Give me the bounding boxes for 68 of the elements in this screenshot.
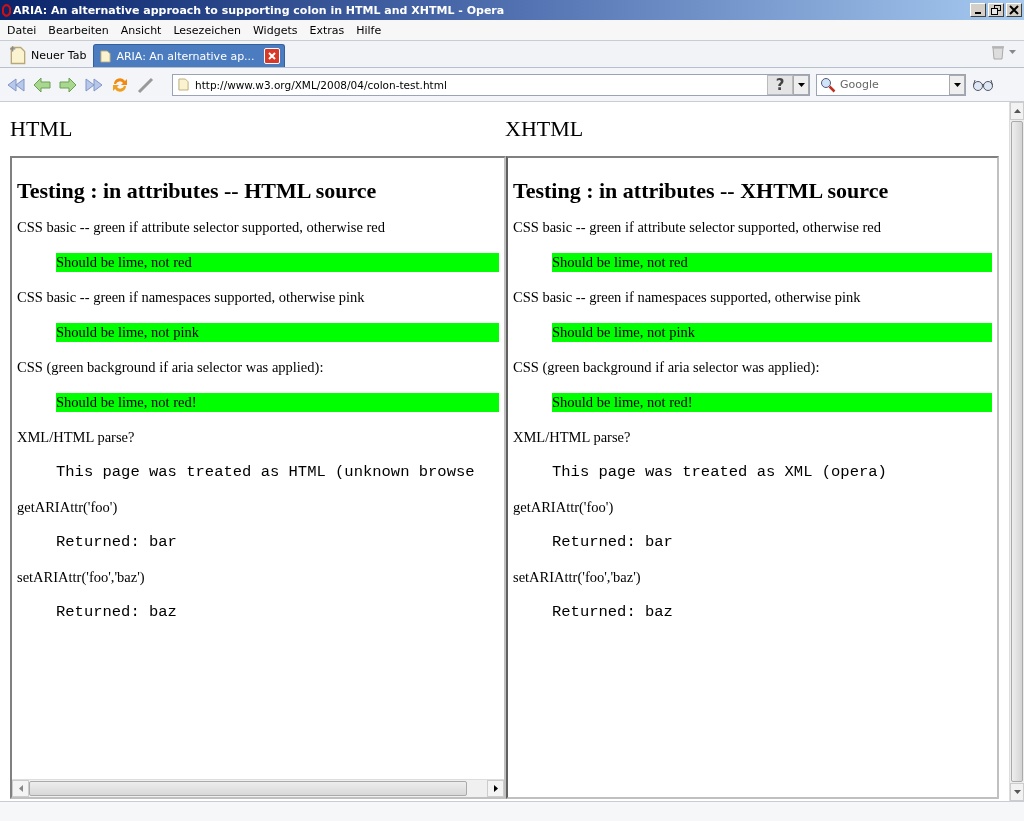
- page-heading: HTML: [10, 116, 73, 141]
- search-icon: [820, 76, 836, 93]
- result-output: Returned: bar: [552, 533, 673, 551]
- address-field[interactable]: http://www.w3.org/XML/2008/04/colon-test.html ?: [172, 73, 810, 96]
- caret-icon: [953, 82, 961, 87]
- page-icon: [100, 49, 112, 63]
- test-label: XML/HTML parse?: [17, 428, 136, 447]
- test-label: CSS basic -- green if attribute selector supported, otherwise red: [17, 218, 387, 237]
- o-logo-icon: [2, 3, 11, 17]
- help-button[interactable]: ?: [767, 74, 793, 95]
- result-output: Returned: baz: [56, 603, 177, 621]
- test-result-bar: Should be lime, not red!: [552, 393, 992, 412]
- menu-item[interactable]: Extras: [304, 23, 352, 37]
- search-field[interactable]: Google: [816, 73, 966, 96]
- close-icon: [266, 51, 277, 61]
- page-heading: XHTML: [505, 116, 584, 141]
- caret-icon: [797, 82, 805, 87]
- arrow-left-icon[interactable]: [18, 785, 23, 792]
- page-icon: [10, 45, 26, 65]
- result-output: This page was treated as HTML (unknown browse: [56, 463, 475, 481]
- menu-item[interactable]: Datei: [2, 23, 44, 37]
- dropdown-button[interactable]: [793, 74, 809, 95]
- window-title: ARIA: An alternative approach to supporting colon in HTML and XHTML - Opera: [13, 3, 506, 17]
- test-result-bar: Should be lime, not pink: [552, 323, 992, 342]
- search-input[interactable]: Google: [840, 78, 949, 91]
- minimize-icon: [975, 12, 981, 14]
- tab[interactable]: ARIA: An alternative ap...: [93, 44, 285, 67]
- menu-item[interactable]: Hilfe: [351, 23, 389, 37]
- caret-icon: [1009, 50, 1016, 54]
- test-label: CSS (green background if aria selector was applied):: [513, 358, 821, 377]
- result-output: Returned: bar: [56, 533, 177, 551]
- test-label: CSS basic -- green if attribute selector supported, otherwise red: [513, 218, 883, 237]
- menu-item[interactable]: Bearbeiten: [43, 23, 116, 37]
- test-label: getARIAttr('foo'): [17, 498, 119, 517]
- restore-button[interactable]: [988, 3, 1004, 17]
- page-icon: [178, 78, 189, 91]
- test-result-bar: Should be lime, not red!: [56, 393, 499, 412]
- test-label: CSS (green background if aria selector was applied):: [17, 358, 325, 377]
- close-icon: [1009, 5, 1019, 15]
- test-label: getARIAttr('foo'): [513, 498, 615, 517]
- test-result-bar: Should be lime, not red: [552, 253, 992, 272]
- test-result-bar: Should be lime, not pink: [56, 323, 499, 342]
- arrow-down-icon[interactable]: [1013, 790, 1021, 794]
- trash-icon: [991, 44, 1005, 60]
- close-button[interactable]: [1006, 3, 1022, 17]
- minimize-button[interactable]: [970, 3, 986, 17]
- test-label: setARIAttr('foo','baz'): [17, 568, 146, 587]
- section-heading: Testing : in attributes -- XHTML source: [513, 178, 890, 204]
- result-output: Returned: baz: [552, 603, 673, 621]
- menu-item[interactable]: Widgets: [248, 23, 305, 37]
- test-label: CSS basic -- green if namespaces supported, otherwise pink: [17, 288, 366, 307]
- arrow-up-icon[interactable]: [1013, 109, 1021, 113]
- menu-item[interactable]: Lesezeichen: [168, 23, 248, 37]
- arrow-right-icon[interactable]: [493, 785, 498, 792]
- glasses-icon[interactable]: [972, 77, 994, 92]
- restore-icon: [991, 5, 1001, 15]
- result-output: This page was treated as XML (opera): [552, 463, 887, 481]
- test-result-bar: Should be lime, not red: [56, 253, 499, 272]
- horizontal-scrollbar[interactable]: [12, 779, 504, 797]
- section-heading: Testing : in attributes -- HTML source: [17, 178, 378, 204]
- vertical-scrollbar[interactable]: [1009, 102, 1024, 801]
- close-tab-button[interactable]: [263, 48, 280, 64]
- tab[interactable]: Neuer Tab: [6, 44, 91, 66]
- test-label: CSS basic -- green if namespaces supported, otherwise pink: [513, 288, 862, 307]
- menu-item[interactable]: Ansicht: [115, 23, 169, 37]
- test-label: setARIAttr('foo','baz'): [513, 568, 642, 587]
- test-label: XML/HTML parse?: [513, 428, 632, 447]
- dropdown-button[interactable]: [949, 74, 965, 95]
